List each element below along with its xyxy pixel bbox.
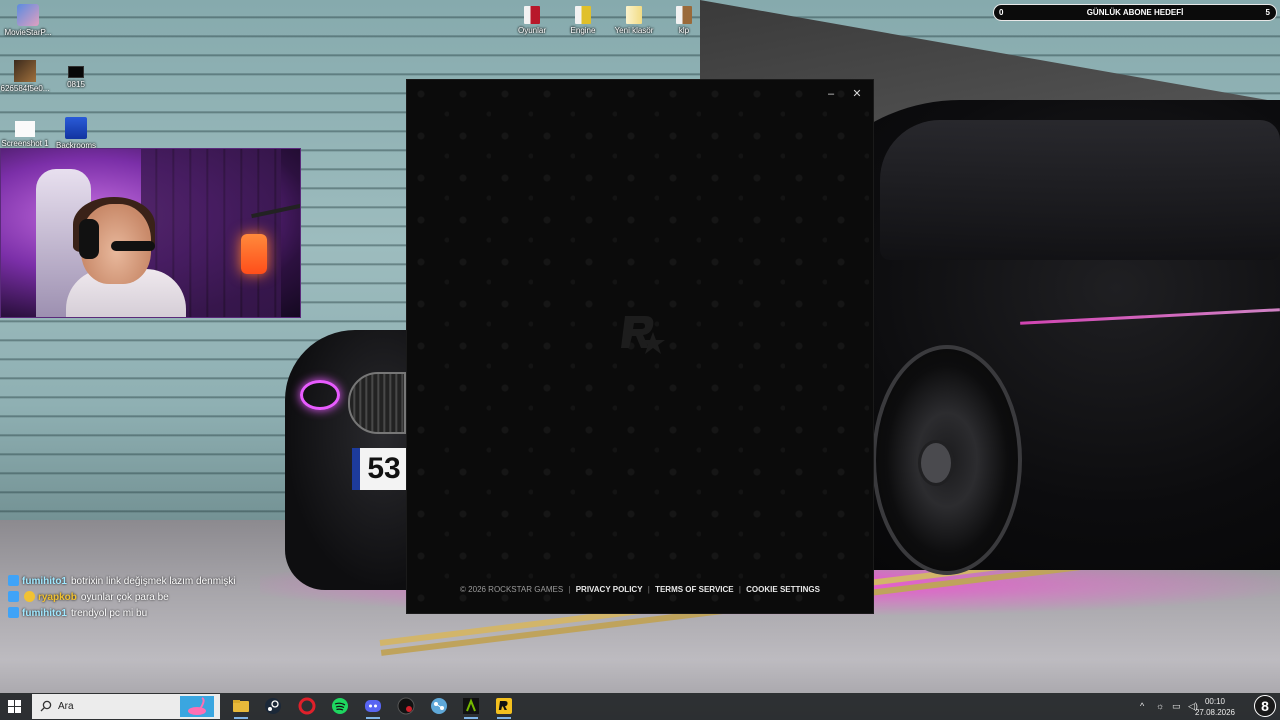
chat-badge-icon bbox=[8, 575, 19, 586]
chat-badge-icon bbox=[8, 591, 19, 602]
chat-message: fumihito1 trendyol pc mi bu bbox=[8, 607, 308, 623]
discord-icon bbox=[365, 700, 381, 712]
goal-max: 5 bbox=[1265, 8, 1270, 17]
taskbar-steam[interactable] bbox=[264, 697, 282, 715]
opera-icon bbox=[298, 697, 316, 715]
desktop-icon-backrooms[interactable]: Backrooms bbox=[48, 117, 104, 150]
desktop-icon-klp[interactable]: klp bbox=[656, 6, 712, 35]
chat-badge-icon bbox=[8, 607, 19, 618]
folder-icon bbox=[524, 6, 540, 24]
clock-time: 00:10 bbox=[1204, 697, 1226, 706]
footer-separator: | bbox=[568, 585, 571, 594]
taskbar-record-app[interactable] bbox=[397, 697, 415, 715]
folder-icon bbox=[575, 6, 591, 24]
license-plate: 53 bbox=[352, 448, 408, 490]
folder-icon bbox=[676, 6, 692, 24]
taskbar-opera[interactable] bbox=[298, 697, 316, 715]
car-window bbox=[880, 120, 1280, 260]
nvidia-icon bbox=[463, 698, 479, 714]
desktop-icon-oyunlar[interactable]: Oyunlar bbox=[504, 6, 560, 35]
search-icon bbox=[40, 700, 52, 712]
taskbar-spotify[interactable] bbox=[331, 697, 349, 715]
desktop-icon-screenshot[interactable]: Screenshot 1 bbox=[0, 117, 53, 148]
headphones bbox=[79, 219, 99, 259]
taskbar-search-box[interactable]: Ara bbox=[32, 694, 220, 719]
desktop-icon-label: Engine bbox=[570, 26, 596, 35]
chat-username: fumihito1 bbox=[22, 608, 67, 619]
backrooms-game-icon bbox=[65, 117, 87, 139]
desktop-icon-label: Oyunlar bbox=[517, 26, 546, 35]
chat-message: ryapkob oyunlar çok para be bbox=[8, 591, 308, 607]
launcher-footer: © 2026 ROCKSTAR GAMES | PRIVACY POLICY |… bbox=[407, 585, 873, 594]
taskbar-network-app[interactable] bbox=[430, 697, 448, 715]
desktop-icon-moviestar[interactable]: MovieStarP... bbox=[0, 4, 56, 37]
stream-chat: fumihito1 botrixin link değişmek lazım de… bbox=[8, 575, 308, 623]
desktop-icon-yeni-klasor[interactable]: Yeni klasör bbox=[606, 6, 662, 35]
chat-text: botrixin link değişmek lazım denmişki bbox=[71, 576, 236, 587]
taskbar-nvidia-app[interactable] bbox=[462, 697, 480, 719]
rockstar-launcher-window: – ✕ © 2026 ROCKSTAR GAMES | PRIVACY POLI… bbox=[407, 80, 873, 613]
subscriber-badge-icon bbox=[24, 591, 35, 602]
image-file-icon bbox=[14, 60, 36, 82]
spotify-icon bbox=[332, 698, 348, 714]
taskbar-discord[interactable] bbox=[364, 697, 382, 719]
terms-of-service-link[interactable]: TERMS OF SERVICE bbox=[655, 585, 734, 594]
chat-message: fumihito1 botrixin link değişmek lazım de… bbox=[8, 575, 308, 591]
desktop-icon-label: 0815 bbox=[67, 80, 85, 89]
windows-taskbar: Ara ^ ☼ ▭ ◁) 00:10 27.08.2026 8 bbox=[0, 693, 1280, 720]
privacy-policy-link[interactable]: PRIVACY POLICY bbox=[576, 585, 643, 594]
desktop-icon-label: MovieStarP... bbox=[4, 28, 52, 37]
taskbar-file-explorer[interactable] bbox=[232, 697, 250, 719]
brightness-icon[interactable]: ☼ bbox=[1156, 701, 1164, 711]
windows-start-icon[interactable] bbox=[8, 700, 21, 713]
clock-date: 27.08.2026 bbox=[1194, 708, 1236, 717]
desktop-icon-label: Screenshot 1 bbox=[1, 139, 49, 148]
desktop-icon-0815[interactable]: 0815 bbox=[48, 60, 104, 89]
daily-subscriber-goal-bar: 0 GÜNLÜK ABONE HEDEFİ 5 bbox=[993, 4, 1277, 21]
minimize-button[interactable]: – bbox=[821, 86, 841, 102]
network-icon bbox=[431, 698, 447, 714]
moviestar-app-icon bbox=[17, 4, 39, 26]
taskbar-clock[interactable]: 00:10 27.08.2026 bbox=[1190, 696, 1240, 718]
search-highlight-flamingo-icon bbox=[180, 696, 214, 717]
car-wheel-hub bbox=[918, 440, 954, 486]
microphone bbox=[241, 234, 267, 274]
desktop-icon-label: Yeni klasör bbox=[614, 26, 654, 35]
desktop-icon-image-file[interactable]: 626584f5e0... bbox=[0, 60, 53, 93]
close-button[interactable]: ✕ bbox=[847, 86, 867, 102]
chat-username: ryapkob bbox=[38, 592, 77, 603]
cookie-settings-link[interactable]: COOKIE SETTINGS bbox=[746, 585, 820, 594]
car-grille bbox=[348, 372, 406, 434]
search-placeholder: Ara bbox=[58, 701, 74, 712]
chat-text: trendyol pc mi bu bbox=[71, 608, 148, 619]
network-icon[interactable]: ▭ bbox=[1172, 701, 1181, 712]
desktop-icon-label: 626584f5e0... bbox=[0, 84, 50, 93]
notification-badge[interactable]: 8 bbox=[1254, 695, 1276, 717]
car-headlight bbox=[300, 380, 340, 410]
rockstar-logo-icon bbox=[621, 316, 665, 354]
chat-username: fumihito1 bbox=[22, 576, 67, 587]
steam-icon bbox=[265, 698, 281, 714]
screenshot-file-icon bbox=[15, 121, 35, 137]
goal-title: GÜNLÜK ABONE HEDEFİ bbox=[1086, 8, 1184, 17]
desktop-icon-label: klp bbox=[678, 26, 690, 35]
sunglasses bbox=[111, 241, 155, 251]
footer-separator: | bbox=[738, 585, 741, 594]
rockstar-icon bbox=[496, 698, 512, 714]
chevron-up-icon[interactable]: ^ bbox=[1140, 701, 1144, 711]
chat-text: oyunlar çok para be bbox=[80, 592, 169, 603]
webcam-overlay bbox=[0, 148, 301, 318]
folder-icon bbox=[626, 6, 642, 24]
taskbar-rockstar-launcher[interactable] bbox=[495, 697, 513, 719]
desktop-icon-engine[interactable]: Engine bbox=[555, 6, 611, 35]
system-tray: ^ ☼ ▭ ◁) 00:10 27.08.2026 8 bbox=[1100, 693, 1280, 720]
record-icon bbox=[397, 697, 415, 715]
footer-separator: | bbox=[647, 585, 650, 594]
copyright-text: © 2026 ROCKSTAR GAMES bbox=[460, 585, 564, 594]
folder-icon bbox=[233, 700, 249, 712]
black-image-file-icon bbox=[68, 66, 84, 78]
